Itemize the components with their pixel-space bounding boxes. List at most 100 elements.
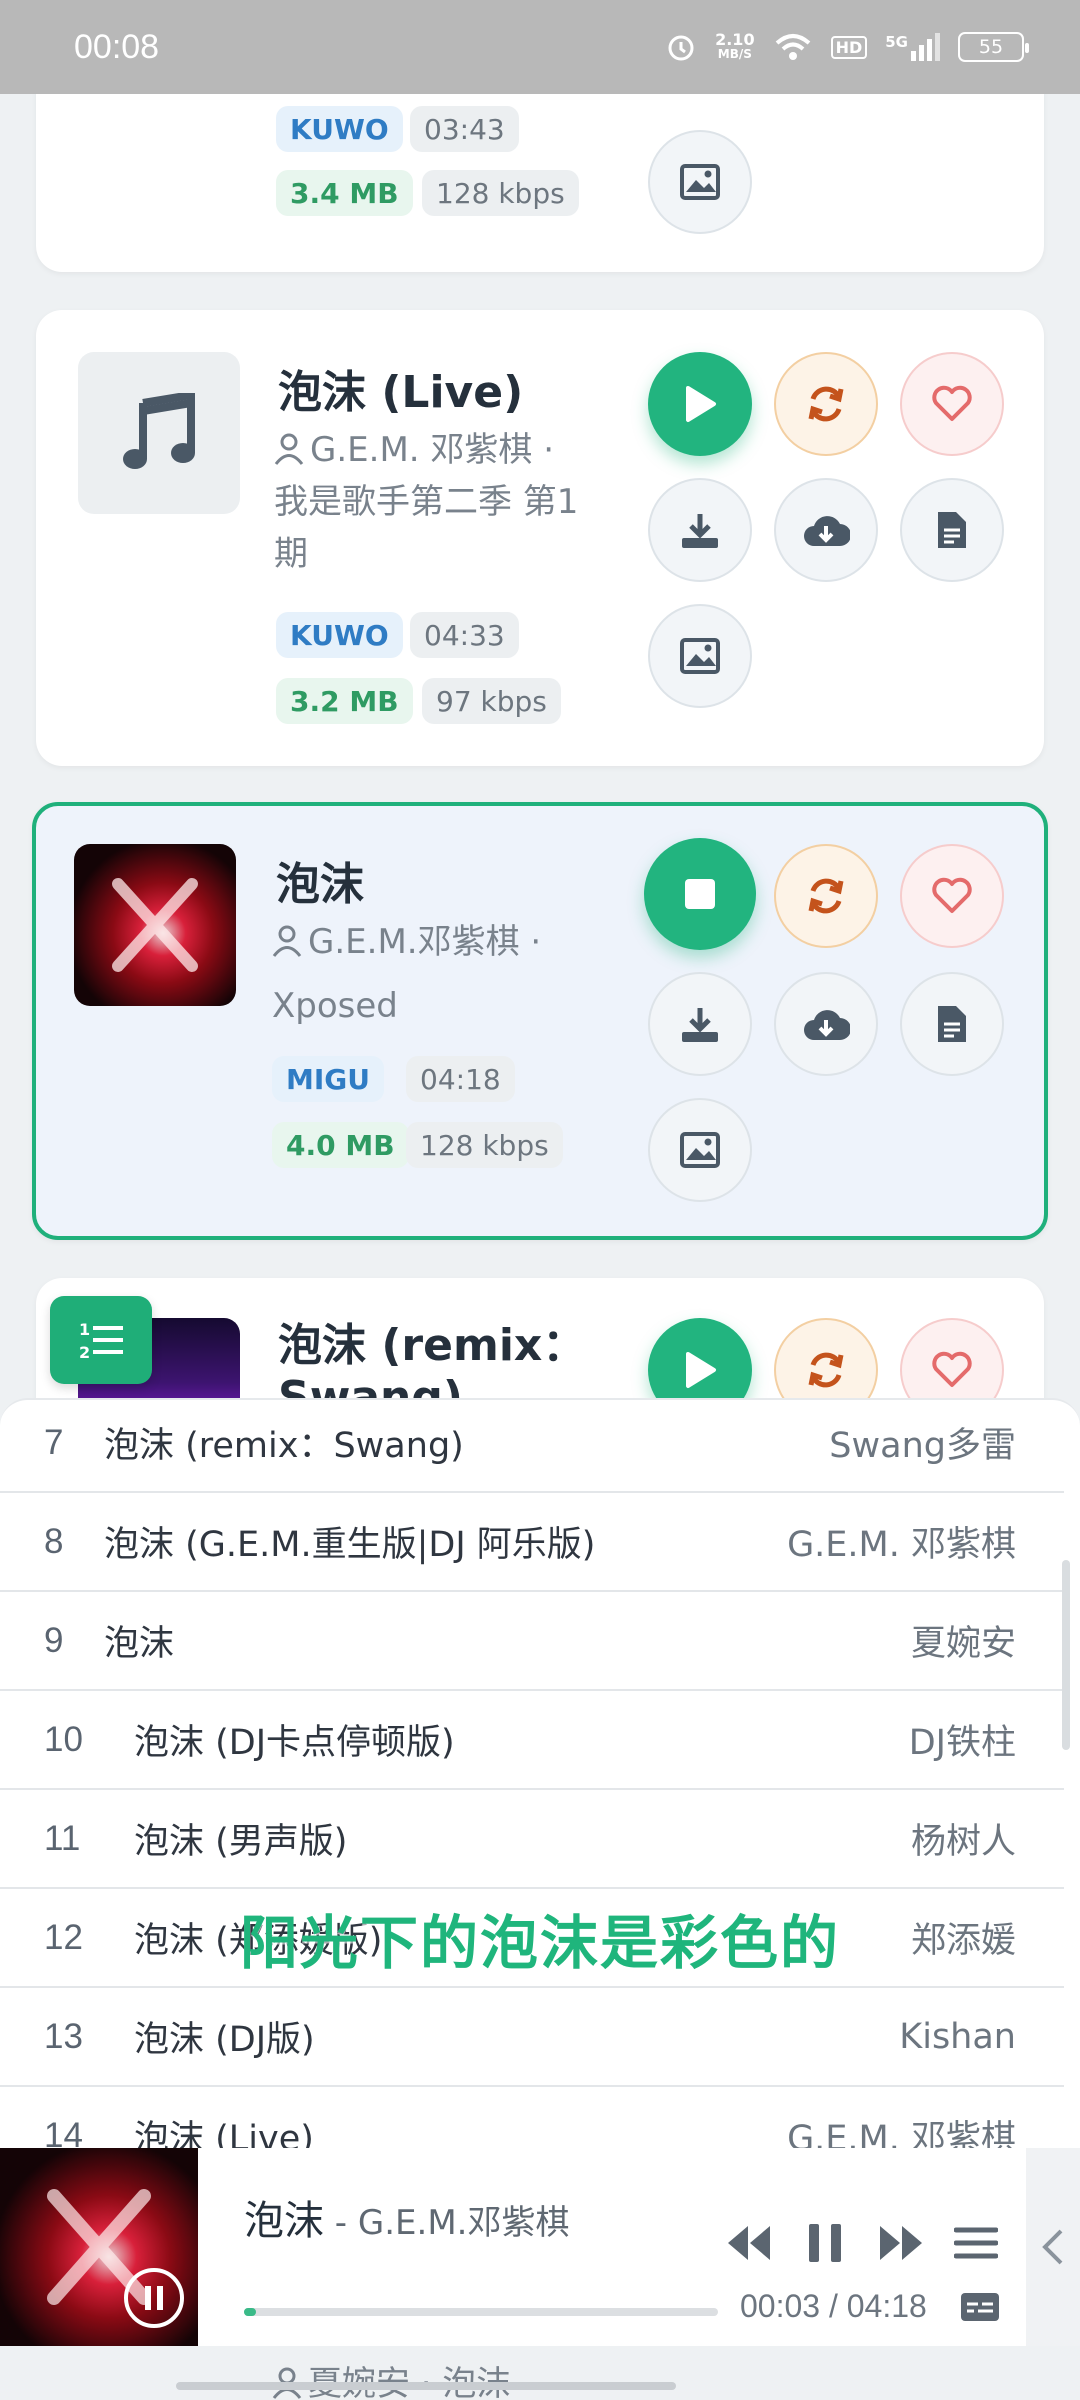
track-artist: G.E.M. 邓紫棋	[787, 2119, 1016, 2150]
svg-text:1: 1	[79, 1320, 90, 1339]
artist-icon	[274, 433, 304, 465]
cover-button[interactable]	[648, 1098, 752, 1202]
chevron-left-icon	[1042, 2229, 1063, 2265]
download-button[interactable]	[648, 972, 752, 1076]
art-pause-button[interactable]	[124, 2268, 184, 2328]
song-title: 泡沫	[276, 859, 364, 910]
playlist-toggle-button[interactable]: 12	[50, 1296, 152, 1384]
track-number: 9	[44, 1620, 64, 1660]
net-speed: 2.10 MB/S	[715, 30, 755, 62]
document-icon	[938, 512, 966, 548]
pause-button[interactable]	[806, 2222, 844, 2268]
pause-icon	[145, 2286, 163, 2310]
cloud-download-button[interactable]	[774, 972, 878, 1076]
cloud-download-icon	[804, 516, 850, 546]
switch-source-button[interactable]	[774, 844, 878, 948]
song-meta: G.E.M. 邓紫棋 · 我是歌手第二季 第1 期	[274, 424, 614, 580]
playlist-row[interactable]: 13 泡沫 (DJ版) Kishan	[0, 1988, 1064, 2087]
source-tag: KUWO	[276, 106, 403, 152]
subtitles-icon	[961, 2293, 999, 2321]
source-tag: KUWO	[276, 612, 403, 658]
playlist-row[interactable]: 8 泡沫 (G.E.M.重生版|DJ 阿乐版) G.E.M. 邓紫棋	[0, 1493, 1064, 1592]
track-number: 13	[44, 2016, 83, 2056]
duration-tag: 03:43	[410, 106, 519, 152]
clock: 00:08	[74, 27, 160, 66]
playlist-sheet[interactable]: 7 泡沫 (remix：Swang) Swang多雷 8 泡沫 (G.E.M.重…	[0, 1398, 1080, 2150]
track-number: 8	[44, 1521, 64, 1561]
song-title: 泡沫 (Live)	[278, 367, 524, 418]
document-icon	[938, 1006, 966, 1042]
album-name: Xposed	[272, 986, 398, 1026]
song-card-active[interactable]: 泡沫 G.E.M.邓紫棋 · Xposed MIGU 04:18 4.0 MB …	[32, 802, 1048, 1240]
playlist-scrollbar[interactable]	[1062, 1560, 1070, 1750]
previous-button[interactable]	[724, 2222, 774, 2268]
heart-icon	[932, 877, 972, 913]
hd-icon: HD	[830, 35, 868, 59]
switch-source-button[interactable]	[774, 352, 878, 456]
stop-button[interactable]	[644, 838, 756, 950]
next-icon	[880, 2226, 922, 2260]
track-name: 泡沫 (DJ版)	[134, 2020, 315, 2060]
refresh-icon	[808, 386, 844, 422]
track-name: 泡沫 (男声版)	[134, 1822, 348, 1862]
playlist-row[interactable]: 9 泡沫 夏婉安	[0, 1592, 1064, 1691]
song-card[interactable]: 泡沫 (Live) G.E.M. 邓紫棋 · 我是歌手第二季 第1 期 KUWO…	[36, 310, 1044, 766]
pause-icon	[809, 2224, 841, 2262]
signal-icon: 5G	[885, 33, 940, 61]
mini-player[interactable]: 泡沫 - G.E.M.邓紫棋 00:03 / 04:18	[0, 2148, 1080, 2346]
favorite-button[interactable]	[900, 844, 1004, 948]
lyrics-button[interactable]	[900, 478, 1004, 582]
track-number: 14	[44, 2115, 83, 2151]
progress-fill	[244, 2308, 256, 2316]
favorite-button[interactable]	[900, 352, 1004, 456]
cover-button[interactable]	[648, 130, 752, 234]
artist-icon	[272, 925, 302, 957]
track-name: 泡沫 (G.E.M.重生版|DJ 阿乐版)	[104, 1525, 596, 1565]
download-icon	[682, 514, 718, 548]
cover-button[interactable]	[648, 604, 752, 708]
artist-name: G.E.M. 邓紫棋 ·	[310, 430, 555, 470]
menu-button[interactable]	[953, 2222, 999, 2268]
battery-indicator: 55	[958, 32, 1029, 62]
size-tag: 3.4 MB	[276, 170, 413, 216]
refresh-icon	[808, 878, 844, 914]
play-button[interactable]	[648, 352, 752, 456]
album-name-cont: 期	[274, 534, 308, 574]
previous-icon	[728, 2226, 770, 2260]
download-button[interactable]	[648, 478, 752, 582]
download-icon	[682, 1008, 718, 1042]
song-cover	[78, 352, 240, 514]
status-bar: 00:08 2.10 MB/S HD 5G 55	[0, 0, 1080, 94]
bitrate-tag: 97 kbps	[422, 678, 561, 724]
image-icon	[680, 164, 720, 200]
collapse-tab[interactable]	[1026, 2148, 1080, 2346]
track-artist: Kishan	[899, 2016, 1016, 2057]
bitrate-tag: 128 kbps	[406, 1122, 563, 1168]
subtitles-button[interactable]	[960, 2292, 1000, 2326]
playlist-row[interactable]: 10 泡沫 (DJ卡点停顿版) DJ铁柱	[0, 1691, 1064, 1790]
floating-lyric: 阳光下的泡沫是彩色的	[239, 1909, 840, 1977]
bitrate-tag: 128 kbps	[422, 170, 579, 216]
music-note-icon	[123, 393, 195, 469]
now-playing-art[interactable]	[0, 2148, 198, 2346]
track-number: 10	[44, 1719, 83, 1759]
album-art	[74, 844, 236, 1006]
duration-tag: 04:18	[406, 1056, 515, 1102]
cloud-download-button[interactable]	[774, 478, 878, 582]
progress-bar[interactable]	[244, 2308, 718, 2316]
track-artist: G.E.M. 邓紫棋	[787, 1525, 1016, 1565]
playlist-row[interactable]: 14 泡沫 (Live) G.E.M. 邓紫棋	[0, 2087, 1064, 2151]
next-button[interactable]	[876, 2222, 926, 2268]
svg-text:2: 2	[79, 1343, 90, 1362]
track-artist: 夏婉安	[910, 1624, 1016, 1664]
track-name: 泡沫	[104, 1624, 175, 1664]
cloud-download-icon	[804, 1010, 850, 1040]
playlist-row[interactable]: 11 泡沫 (男声版) 杨树人	[0, 1790, 1064, 1889]
now-playing-title: 泡沫 - G.E.M.邓紫棋	[244, 2198, 570, 2244]
playlist-row[interactable]: 7 泡沫 (remix：Swang) Swang多雷	[0, 1400, 1064, 1493]
home-indicator	[176, 2382, 676, 2390]
size-tag: 3.2 MB	[276, 678, 413, 724]
duration-tag: 04:33	[410, 612, 519, 658]
heart-icon	[932, 1351, 972, 1387]
lyrics-button[interactable]	[900, 972, 1004, 1076]
